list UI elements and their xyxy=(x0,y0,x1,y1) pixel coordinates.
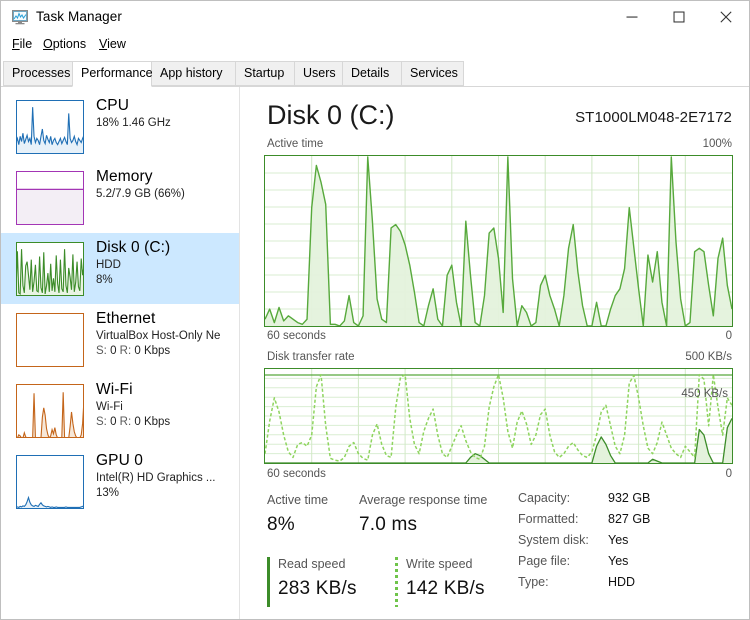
menu-bar: File Options View xyxy=(1,35,749,57)
sidebar-item-wifi-title: Wi-Fi xyxy=(96,381,133,398)
sidebar-item-disk0-title: Disk 0 (C:) xyxy=(96,239,171,256)
detail-value-type: HDD xyxy=(608,575,636,589)
page-title: Disk 0 (C:) xyxy=(267,100,395,130)
disk-transfer-rate-label: Disk transfer rate xyxy=(267,351,355,363)
avg-response-time-value: 7.0 ms xyxy=(359,514,418,535)
window-title: Task Manager xyxy=(36,9,122,24)
sidebar-item-disk0-text: Disk 0 (C:) HDD 8% xyxy=(96,237,238,288)
sidebar-item-wifi-sub1: Wi-Fi xyxy=(96,401,123,413)
close-button[interactable] xyxy=(703,1,749,32)
sidebar-item-wifi-text: Wi-Fi Wi-Fi S: 0 R: 0 Kbps xyxy=(96,379,238,430)
close-icon xyxy=(720,11,732,22)
disk-transfer-max-label: 500 KB/s xyxy=(685,351,732,363)
sidebar-item-cpu-title: CPU xyxy=(96,97,130,114)
sidebar-item-cpu[interactable]: CPU 18% 1.46 GHz xyxy=(1,91,239,162)
active-time-stat-value: 8% xyxy=(267,514,295,535)
active-time-min-label: 0 xyxy=(725,330,732,342)
disk-model-label: ST1000LM048-2E7172 xyxy=(575,109,732,126)
sidebar-item-wifi[interactable]: Wi-Fi Wi-Fi S: 0 R: 0 Kbps xyxy=(1,375,239,446)
menu-file[interactable]: File xyxy=(6,35,38,53)
read-speed-value: 283 KB/s xyxy=(278,578,357,599)
write-speed-value: 142 KB/s xyxy=(406,578,485,599)
active-time-graph xyxy=(264,155,733,327)
menu-options[interactable]: Options xyxy=(37,35,92,53)
menu-view[interactable]: View xyxy=(93,35,132,53)
active-time-duration-label: 60 seconds xyxy=(267,330,326,342)
disk-transfer-duration-label: 60 seconds xyxy=(267,468,326,480)
sidebar-item-ethernet-sub2: S: 0 R: 0 Kbps xyxy=(96,345,171,357)
sidebar-item-wifi-thumbnail-icon xyxy=(16,384,84,438)
disk-transfer-min-label: 0 xyxy=(725,468,732,480)
active-time-stat-label: Active time xyxy=(267,493,329,507)
active-time-graph-label: Active time xyxy=(267,138,324,150)
detail-label-system-disk: System disk: xyxy=(518,533,589,547)
sidebar-item-ethernet-text: Ethernet VirtualBox Host-Only Ne S: 0 R: 0… xyxy=(96,308,238,359)
task-manager-window: Task Manager File Options View Processes… xyxy=(0,0,750,620)
sidebar-item-cpu-sub1: 18% 1.46 GHz xyxy=(96,117,171,129)
read-speed-accent-bar xyxy=(267,557,270,607)
sidebar-item-gpu0-sub2: 13% xyxy=(96,487,120,499)
tab-details[interactable]: Details xyxy=(342,61,402,86)
disk-detail-panel: Disk 0 (C:) ST1000LM048-2E7172 Active ti… xyxy=(240,87,749,619)
detail-label-capacity: Capacity: xyxy=(518,491,571,505)
task-manager-icon xyxy=(12,9,29,25)
detail-value-system-disk: Yes xyxy=(608,533,629,547)
active-time-max-label: 100% xyxy=(702,138,732,150)
write-speed-accent-bar xyxy=(395,557,398,607)
sidebar-item-cpu-thumbnail-icon xyxy=(16,100,84,154)
sidebar-item-gpu0-text: GPU 0 Intel(R) HD Graphics ... 13% xyxy=(96,450,238,501)
detail-label-page-file: Page file: xyxy=(518,554,571,568)
sidebar-item-disk0-sub2: 8% xyxy=(96,274,113,286)
read-speed-label: Read speed xyxy=(278,557,346,571)
sidebar-item-wifi-sub2: S: 0 R: 0 Kbps xyxy=(96,416,171,428)
detail-value-page-file: Yes xyxy=(608,554,629,568)
sidebar-item-ethernet[interactable]: Ethernet VirtualBox Host-Only Ne S: 0 R: 0… xyxy=(1,304,239,375)
disk-transfer-rate-graph xyxy=(264,368,733,464)
sidebar-item-ethernet-title: Ethernet xyxy=(96,310,156,327)
content-area: CPU 18% 1.46 GHz Memory 5.2/7.9 GB (66%) Dis… xyxy=(1,87,749,619)
sidebar-item-disk0-thumbnail-icon xyxy=(16,242,84,296)
detail-value-formatted: 827 GB xyxy=(608,512,651,526)
sidebar-item-memory[interactable]: Memory 5.2/7.9 GB (66%) xyxy=(1,162,239,233)
sidebar-item-memory-thumbnail-icon xyxy=(16,171,84,225)
sidebar-item-gpu0[interactable]: GPU 0 Intel(R) HD Graphics ... 13% xyxy=(1,446,239,517)
write-speed-label: Write speed xyxy=(406,557,473,571)
disk-transfer-peak-label: 450 KB/s xyxy=(681,388,728,400)
tab-app-history[interactable]: App history xyxy=(151,61,236,86)
minimize-button[interactable] xyxy=(609,1,655,32)
tab-processes[interactable]: Processes xyxy=(3,61,73,86)
tab-startup[interactable]: Startup xyxy=(235,61,295,86)
sidebar-item-gpu0-thumbnail-icon xyxy=(16,455,84,509)
sidebar-item-ethernet-thumbnail-icon xyxy=(16,313,84,367)
avg-response-time-label: Average response time xyxy=(359,493,488,507)
sidebar-item-memory-sub1: 5.2/7.9 GB (66%) xyxy=(96,188,185,200)
maximize-button[interactable] xyxy=(656,1,702,32)
tab-performance[interactable]: Performance xyxy=(72,61,153,87)
resource-sidebar[interactable]: CPU 18% 1.46 GHz Memory 5.2/7.9 GB (66%) Dis… xyxy=(1,87,239,619)
sidebar-item-memory-text: Memory 5.2/7.9 GB (66%) xyxy=(96,166,238,202)
sidebar-item-cpu-text: CPU 18% 1.46 GHz xyxy=(96,95,238,131)
sidebar-item-disk0[interactable]: Disk 0 (C:) HDD 8% xyxy=(1,233,239,304)
sidebar-item-disk0-sub1: HDD xyxy=(96,259,121,271)
sidebar-item-ethernet-sub1: VirtualBox Host-Only Ne xyxy=(96,330,221,342)
minimize-icon xyxy=(626,16,638,18)
maximize-icon xyxy=(673,11,685,22)
tab-strip: Processes Performance App history Startup Us… xyxy=(1,61,749,87)
title-bar: Task Manager xyxy=(1,1,749,33)
detail-label-formatted: Formatted: xyxy=(518,512,579,526)
sidebar-item-gpu0-title: GPU 0 xyxy=(96,452,144,469)
sidebar-item-gpu0-sub1: Intel(R) HD Graphics ... xyxy=(96,472,216,484)
detail-label-type: Type: xyxy=(518,575,549,589)
detail-value-capacity: 932 GB xyxy=(608,491,651,505)
sidebar-item-memory-title: Memory xyxy=(96,168,153,185)
tab-users[interactable]: Users xyxy=(294,61,343,86)
tab-services[interactable]: Services xyxy=(401,61,464,86)
